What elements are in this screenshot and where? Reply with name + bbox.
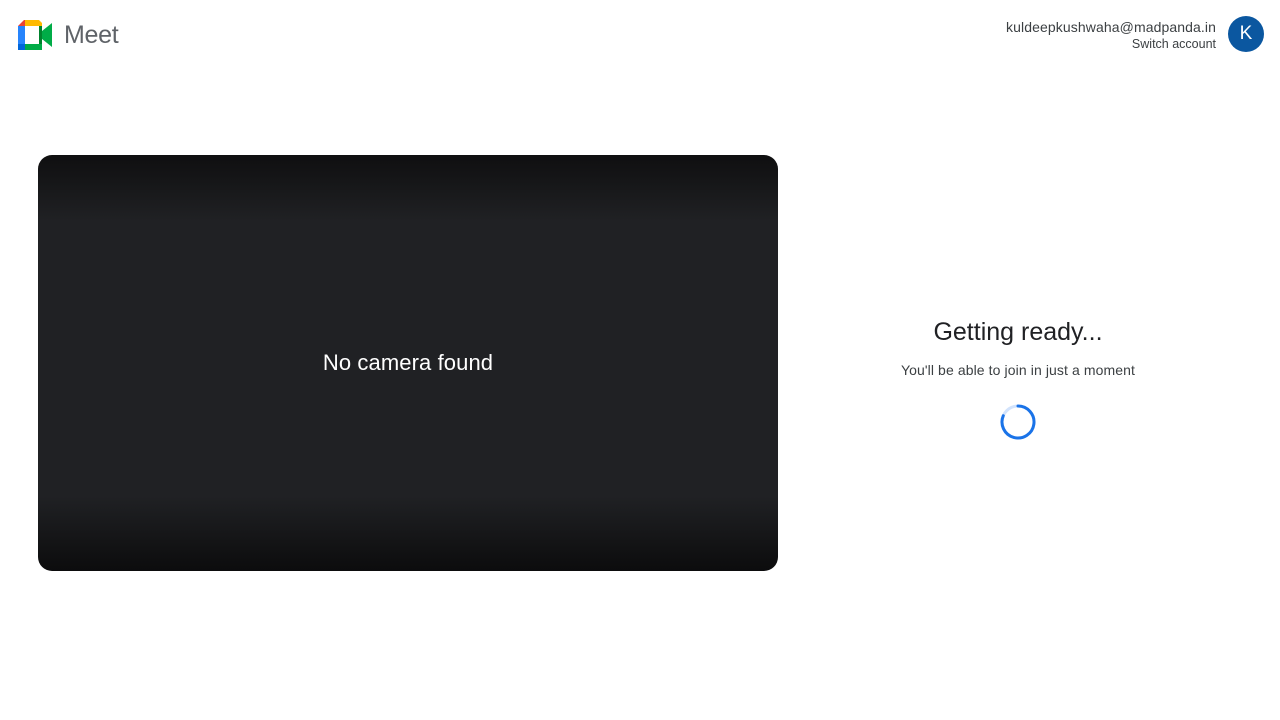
header: Meet kuldeepkushwaha@madpanda.in Switch …	[0, 0, 1280, 72]
account-email: kuldeepkushwaha@madpanda.in	[1006, 19, 1216, 35]
account-switcher: kuldeepkushwaha@madpanda.in Switch accou…	[1006, 16, 1264, 52]
no-camera-message: No camera found	[322, 350, 494, 375]
google-meet-logo-icon	[18, 20, 52, 50]
loading-spinner-icon	[1000, 404, 1036, 440]
account-info: kuldeepkushwaha@madpanda.in Switch accou…	[1006, 17, 1216, 51]
camera-preview: No camera found	[38, 155, 778, 571]
status-title: Getting ready...	[933, 318, 1103, 346]
switch-account-link[interactable]: Switch account	[1006, 37, 1216, 51]
join-status-panel: Getting ready... You'll be able to join …	[818, 315, 1218, 441]
avatar[interactable]: K	[1228, 16, 1264, 52]
app-name: Meet	[64, 21, 119, 49]
meet-home-link[interactable]: Meet	[18, 20, 119, 50]
status-subtitle: You'll be able to join in just a moment	[900, 362, 1136, 378]
